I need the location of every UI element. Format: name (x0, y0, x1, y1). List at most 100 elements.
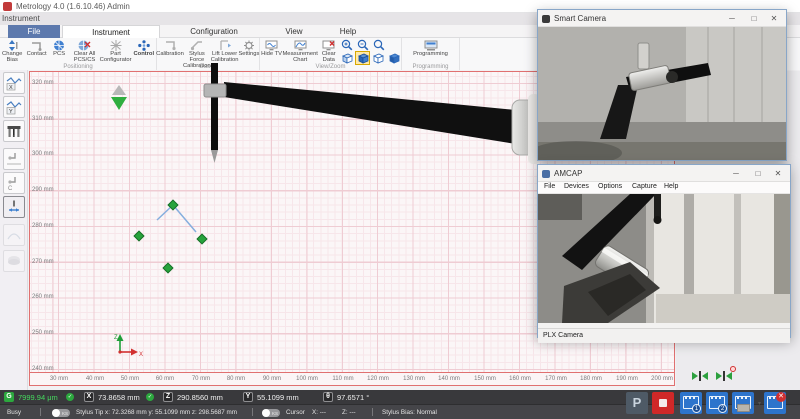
svg-text:Y: Y (9, 109, 13, 115)
view-cube-shaded-icon[interactable] (387, 52, 401, 64)
view-cube-hidden-icon[interactable] (371, 52, 385, 64)
tab-help[interactable]: Help (326, 25, 370, 38)
window-2-button[interactable]: 2 (706, 392, 728, 414)
tab-view[interactable]: View (270, 25, 318, 38)
toggle-knob (262, 409, 270, 417)
x-axis-label: 170 mm (541, 376, 571, 382)
chart-x-button[interactable]: X (3, 72, 25, 94)
amcap-video-feed (538, 194, 790, 323)
close-icon[interactable]: ✕ (768, 165, 788, 182)
clear-all-pcs-label: Clear All PCS/CS (69, 51, 99, 63)
y-badge: Y (243, 392, 253, 402)
stop-icon (659, 399, 667, 407)
smart-camera-window: Smart Camera ─ □ ✕ (537, 9, 787, 161)
toggle-label: KS (272, 411, 278, 416)
separator (40, 408, 41, 416)
settings-label: Settings (238, 51, 259, 57)
close-badge-icon: ✕ (776, 392, 786, 402)
dropdown-caret-icon[interactable]: ▾ (758, 400, 761, 407)
y-axis-label: 320 mm (32, 80, 58, 86)
close-icon[interactable]: ✕ (764, 10, 784, 27)
view-cube-solid-icon[interactable] (356, 52, 370, 64)
chart-x-icon: X (6, 75, 22, 91)
smart-camera-titlebar[interactable]: Smart Camera ─ □ ✕ (538, 10, 786, 27)
window-titlebar-dots-icon (737, 397, 749, 399)
limit-arrow-left-icon (702, 372, 708, 380)
contact-button[interactable]: Contact (24, 39, 48, 63)
surface-view-button[interactable] (3, 250, 25, 272)
window-1-button[interactable]: 1 (680, 392, 702, 414)
menu-capture[interactable]: Capture (632, 183, 657, 190)
zoom-fit-icon[interactable] (372, 39, 386, 51)
record-stop-button[interactable] (652, 392, 674, 414)
x-axis-label: 200 mm (647, 376, 677, 382)
tab-file[interactable]: File (8, 25, 60, 38)
maximize-icon[interactable]: □ (744, 10, 764, 27)
probe-view-button[interactable] (3, 148, 25, 170)
hide-tv-button[interactable]: Hide TV (261, 39, 283, 64)
window-close-all-button[interactable]: ✕ (764, 392, 786, 414)
menu-options[interactable]: Options (598, 183, 622, 190)
busy-status: Busy (7, 409, 21, 416)
stylus-force-icon (190, 39, 204, 51)
y-axis-label: 270 mm (32, 259, 58, 265)
window-folder-button[interactable]: ▾ (732, 392, 754, 414)
lift-lower-label: Lift Lower Calibration (211, 51, 239, 63)
g-check-icon: ✓ (66, 393, 74, 401)
separator (252, 408, 253, 416)
limit-alarm-icon (730, 366, 736, 372)
badge-2: 2 (718, 404, 727, 413)
quick-launch-bar: P 1 2 ▾ ✕ (624, 391, 800, 417)
menu-devices[interactable]: Devices (564, 183, 589, 190)
maximize-icon[interactable]: □ (748, 165, 768, 182)
probe-c-icon: C (6, 175, 22, 191)
chart-y-button[interactable]: Y (3, 96, 25, 118)
camera1-probe-shape (638, 43, 649, 69)
control-button[interactable]: Control (132, 39, 156, 63)
pcs-button[interactable]: PCS (49, 39, 70, 63)
amcap-menubar: File Devices Options Capture Help (538, 182, 790, 194)
part-configurator-label: Part Configurator (100, 51, 132, 63)
measurement-chart-button[interactable]: Measurement Chart (283, 39, 317, 64)
menu-file[interactable]: File (544, 183, 555, 190)
limit-bar-icon (699, 371, 701, 381)
probe-move-button[interactable] (3, 196, 25, 218)
p-button[interactable]: P (626, 392, 648, 414)
chart-y-icon: Y (6, 99, 22, 115)
machine-view-button[interactable] (3, 120, 25, 142)
menu-help[interactable]: Help (664, 183, 678, 190)
y-axis-label: 250 mm (32, 330, 58, 336)
tab-instrument[interactable]: Instrument (62, 25, 160, 38)
calibration-label: Calibration (156, 51, 184, 57)
programming-icon (424, 39, 438, 51)
programming-button[interactable]: Programming (410, 39, 452, 57)
minimize-icon[interactable]: ─ (726, 165, 746, 182)
y-axis-label: 310 mm (32, 116, 58, 122)
arc-view-button[interactable] (3, 224, 25, 246)
tab-configuration[interactable]: Configuration (166, 25, 262, 38)
arc-icon (6, 227, 22, 243)
stylus-tip-toggle[interactable]: KS (52, 409, 70, 417)
x-badge: X (84, 392, 94, 402)
part-configurator-button[interactable]: Part Configurator (100, 39, 132, 63)
amcap-titlebar[interactable]: AMCAP ─ □ ✕ (538, 165, 790, 182)
g-value: 7999.94 μm (18, 393, 58, 402)
zoom-out-icon[interactable] (356, 39, 370, 51)
probe-c-button[interactable]: C (3, 172, 25, 194)
panel-caption: Instrument (2, 14, 40, 23)
clear-data-button[interactable]: Clear Data (318, 39, 340, 64)
cursor-toggle[interactable]: KS (262, 409, 280, 417)
measurement-chart-icon (294, 39, 307, 51)
theta-badge: θ (323, 392, 333, 402)
clear-all-pcs-button[interactable]: Clear All PCS/CS (69, 39, 99, 63)
separator (372, 408, 373, 416)
hide-tv-icon (265, 39, 278, 51)
view-cube-wire-icon[interactable] (340, 52, 354, 64)
probe-limit-indicator-1 (692, 371, 708, 381)
badge-1: 1 (692, 404, 701, 413)
y-value: 55.1099 mm (257, 393, 299, 402)
minimize-icon[interactable]: ─ (722, 10, 742, 27)
change-bias-button[interactable]: Change Bias (0, 39, 24, 63)
zoom-in-icon[interactable] (340, 39, 354, 51)
left-toolbar: X Y C (0, 70, 28, 390)
